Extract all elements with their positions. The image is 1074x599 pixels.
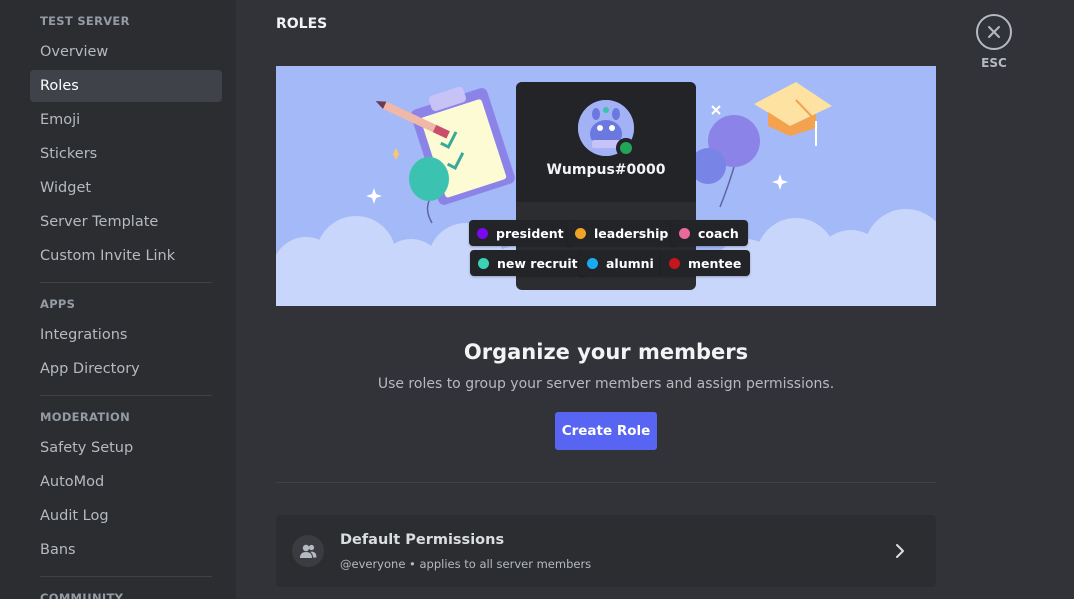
section-header-moderation: MODERATION bbox=[40, 410, 131, 424]
default-permissions-row[interactable]: Default Permissions @everyone • applies … bbox=[276, 515, 936, 587]
role-pill-alumni: alumni bbox=[579, 250, 663, 276]
content-divider bbox=[276, 482, 936, 483]
role-color-dot bbox=[478, 257, 489, 269]
create-role-button[interactable]: Create Role bbox=[555, 412, 657, 450]
role-color-dot bbox=[669, 257, 680, 269]
sidebar-item-app-directory[interactable]: App Directory bbox=[30, 353, 222, 385]
sidebar-item-roles[interactable]: Roles bbox=[30, 70, 222, 102]
organize-heading: Organize your members bbox=[463, 340, 749, 364]
online-status-indicator bbox=[616, 138, 636, 158]
sidebar-item-widget[interactable]: Widget bbox=[30, 172, 222, 204]
sidebar-divider bbox=[40, 576, 212, 577]
members-icon bbox=[292, 535, 324, 567]
sidebar-divider bbox=[40, 282, 212, 283]
role-name: leadership bbox=[594, 225, 669, 241]
roles-content: ROLES Wumpus#0000 president leadership c… bbox=[236, 0, 1074, 599]
role-pill-leadership: leadership bbox=[567, 220, 678, 246]
default-permissions-subtitle: @everyone • applies to all server member… bbox=[340, 557, 592, 571]
role-color-dot bbox=[477, 227, 488, 239]
role-color-dot bbox=[679, 227, 690, 239]
close-settings[interactable]: ESC bbox=[976, 14, 1012, 70]
role-name: alumni bbox=[606, 255, 654, 271]
role-name: new recruit bbox=[497, 255, 578, 271]
roles-banner-illustration: Wumpus#0000 president leadership coach n… bbox=[276, 66, 936, 306]
section-header-apps: APPS bbox=[40, 297, 76, 311]
section-header-server: TEST SERVER bbox=[40, 14, 130, 28]
role-pill-mentee: mentee bbox=[661, 250, 751, 276]
role-color-dot bbox=[575, 227, 586, 239]
profile-username: Wumpus#0000 bbox=[546, 162, 666, 178]
role-pill-new-recruit: new recruit bbox=[470, 250, 587, 276]
esc-label: ESC bbox=[981, 56, 1007, 70]
section-header-community: COMMUNITY bbox=[40, 591, 124, 599]
role-name: mentee bbox=[688, 255, 742, 271]
role-pill-coach: coach bbox=[671, 220, 748, 246]
sidebar-item-safety-setup[interactable]: Safety Setup bbox=[30, 432, 222, 464]
role-pill-president: president bbox=[469, 220, 573, 246]
close-icon[interactable] bbox=[976, 14, 1012, 50]
sidebar-item-server-template[interactable]: Server Template bbox=[30, 206, 222, 238]
role-name: president bbox=[496, 225, 564, 241]
sidebar-item-emoji[interactable]: Emoji bbox=[30, 104, 222, 136]
avatar bbox=[578, 100, 636, 158]
organize-description: Use roles to group your server members a… bbox=[377, 376, 835, 392]
sidebar-item-audit-log[interactable]: Audit Log bbox=[30, 500, 222, 532]
default-permissions-title: Default Permissions bbox=[340, 532, 505, 548]
sidebar-item-bans[interactable]: Bans bbox=[30, 534, 222, 566]
sidebar-item-overview[interactable]: Overview bbox=[30, 36, 222, 68]
page-title: ROLES bbox=[276, 16, 328, 32]
sidebar-item-stickers[interactable]: Stickers bbox=[30, 138, 222, 170]
sidebar-item-automod[interactable]: AutoMod bbox=[30, 466, 222, 498]
role-name: coach bbox=[698, 225, 739, 241]
settings-sidebar: TEST SERVER Overview Roles Emoji Sticker… bbox=[0, 0, 236, 599]
role-color-dot bbox=[587, 257, 598, 269]
sidebar-item-integrations[interactable]: Integrations bbox=[30, 319, 222, 351]
sidebar-item-custom-invite-link[interactable]: Custom Invite Link bbox=[30, 240, 222, 272]
sidebar-divider bbox=[40, 395, 212, 396]
chevron-right-icon bbox=[896, 544, 904, 558]
